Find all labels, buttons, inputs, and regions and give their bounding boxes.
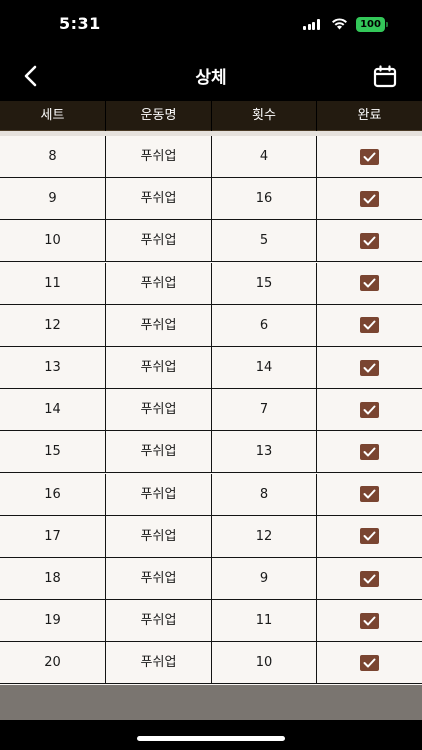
table-row[interactable]: 12 푸쉬업 6 — [0, 304, 422, 347]
done-cell — [317, 600, 422, 642]
set-cell: 8 — [0, 136, 106, 178]
exercise-cell: 푸쉬업 — [106, 304, 212, 347]
set-cell: 13 — [0, 347, 106, 389]
calendar-icon — [373, 65, 397, 88]
set-cell: 20 — [0, 642, 106, 685]
checkbox-checked-icon[interactable] — [360, 486, 379, 503]
wifi-icon — [332, 18, 347, 30]
status-time: 5:31 — [59, 14, 101, 33]
table-row[interactable]: 20 푸쉬업 10 — [0, 642, 422, 685]
reps-cell: 9 — [212, 558, 317, 600]
table-row[interactable]: 8 푸쉬업 4 — [0, 136, 422, 178]
table-row[interactable]: 10 푸쉬업 5 — [0, 220, 422, 263]
exercise-cell: 푸쉬업 — [106, 220, 212, 263]
done-cell — [317, 263, 422, 305]
set-cell: 15 — [0, 431, 106, 474]
exercise-cell: 푸쉬업 — [106, 600, 212, 643]
checkbox-checked-icon[interactable] — [360, 359, 379, 376]
checkbox-checked-icon[interactable] — [360, 401, 379, 418]
page-title: 상체 — [195, 68, 227, 88]
checkbox-checked-icon[interactable] — [360, 443, 379, 460]
checkbox-checked-icon[interactable] — [360, 232, 379, 249]
checkbox-checked-icon[interactable] — [360, 148, 379, 165]
set-cell: 10 — [0, 220, 106, 263]
done-cell — [317, 305, 422, 347]
exercise-cell: 푸쉬업 — [106, 136, 212, 178]
reps-cell: 6 — [212, 304, 317, 347]
exercise-cell: 푸쉬업 — [106, 347, 212, 389]
checkbox-checked-icon[interactable] — [360, 275, 379, 292]
calendar-button[interactable] — [372, 64, 398, 90]
checkbox-checked-icon[interactable] — [360, 528, 379, 545]
reps-cell: 14 — [212, 347, 317, 389]
header-set: 세트 — [0, 101, 106, 131]
set-cell: 9 — [0, 178, 106, 221]
exercise-cell: 푸쉬업 — [106, 558, 212, 600]
home-indicator — [137, 736, 285, 741]
set-cell: 12 — [0, 304, 106, 347]
reps-cell: 16 — [212, 178, 317, 221]
table-row[interactable]: 16 푸쉬업 8 — [0, 473, 422, 516]
exercise-cell: 푸쉬업 — [106, 262, 212, 305]
set-cell: 14 — [0, 389, 106, 432]
done-cell — [317, 178, 422, 220]
exercise-cell: 푸쉬업 — [106, 515, 212, 558]
done-cell — [317, 558, 422, 600]
done-cell — [317, 431, 422, 473]
header-reps: 횟수 — [212, 101, 317, 131]
table-row[interactable]: 9 푸쉬업 16 — [0, 178, 422, 221]
set-cell: 16 — [0, 473, 106, 516]
done-cell — [317, 220, 422, 262]
checkbox-checked-icon[interactable] — [360, 317, 379, 334]
reps-cell: 13 — [212, 431, 317, 474]
exercise-cell: 푸쉬업 — [106, 389, 212, 432]
done-cell — [317, 474, 422, 516]
table-row[interactable]: 19 푸쉬업 11 — [0, 600, 422, 643]
table-row[interactable]: 18 푸쉬업 9 — [0, 558, 422, 600]
reps-cell: 15 — [212, 262, 317, 305]
reps-cell: 5 — [212, 220, 317, 263]
exercise-cell: 푸쉬업 — [106, 431, 212, 474]
checkbox-checked-icon[interactable] — [360, 190, 379, 207]
done-cell — [317, 389, 422, 431]
done-cell — [317, 136, 422, 178]
set-cell: 11 — [0, 262, 106, 305]
battery-level: 100 — [360, 19, 381, 30]
header-done: 완료 — [357, 108, 382, 123]
set-cell: 17 — [0, 515, 106, 558]
reps-cell: 10 — [212, 642, 317, 685]
done-cell — [317, 347, 422, 389]
checkbox-checked-icon[interactable] — [360, 612, 379, 629]
table-body[interactable]: 8 푸쉬업 4 9 푸쉬업 16 10 푸쉬업 5 11 푸쉬업 15 12 푸쉬업 6 13 푸쉬업 14 14 푸… — [0, 131, 422, 685]
table-row[interactable]: 17 푸쉬업 12 — [0, 515, 422, 558]
table-row[interactable]: 14 푸쉬업 7 — [0, 389, 422, 432]
signal-icon — [303, 19, 320, 30]
set-cell: 19 — [0, 600, 106, 643]
reps-cell: 7 — [212, 389, 317, 432]
exercise-cell: 푸쉬업 — [106, 178, 212, 221]
exercise-cell: 푸쉬업 — [106, 642, 212, 685]
set-cell: 18 — [0, 558, 106, 600]
exercise-cell: 푸쉬업 — [106, 473, 212, 516]
reps-cell: 8 — [212, 473, 317, 516]
table-header: 세트 운동명 횟수 완료 — [0, 101, 422, 131]
reps-cell: 4 — [212, 136, 317, 178]
table-row[interactable]: 11 푸쉬업 15 — [0, 262, 422, 305]
done-cell — [317, 642, 422, 684]
table-row[interactable]: 15 푸쉬업 13 — [0, 431, 422, 474]
table-row[interactable]: 13 푸쉬업 14 — [0, 347, 422, 389]
done-cell — [317, 516, 422, 558]
footer-bar — [0, 685, 422, 720]
reps-cell: 12 — [212, 515, 317, 558]
status-bar: 5:31 100 — [0, 0, 422, 50]
nav-bar: 상체 — [0, 52, 422, 100]
header-exercise: 운동명 — [106, 101, 212, 131]
reps-cell: 11 — [212, 600, 317, 643]
checkbox-checked-icon[interactable] — [360, 654, 379, 671]
checkbox-checked-icon[interactable] — [360, 570, 379, 587]
battery-icon: 100 — [356, 17, 389, 32]
